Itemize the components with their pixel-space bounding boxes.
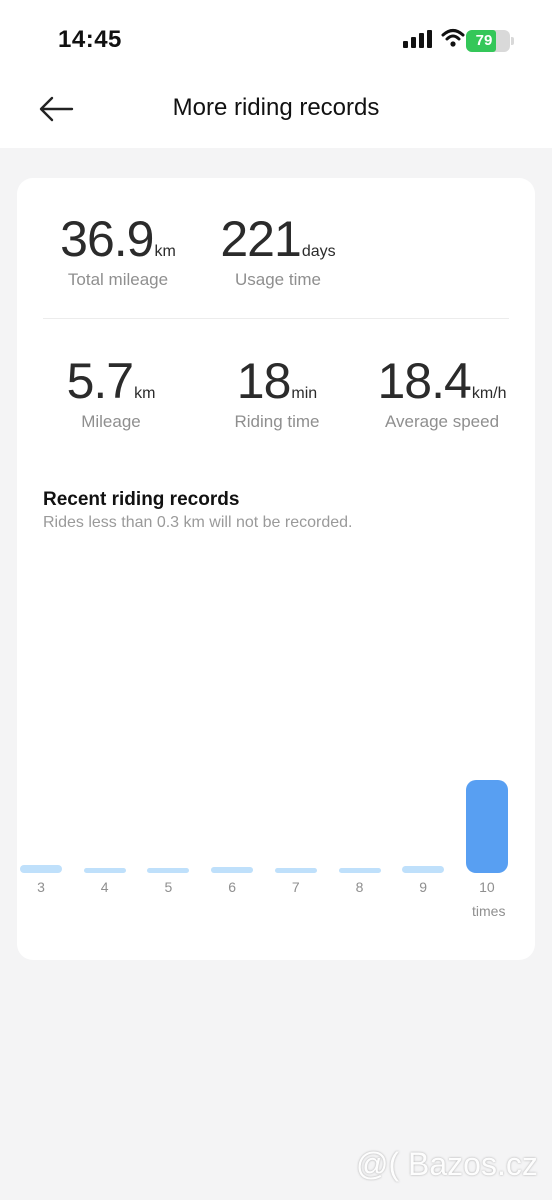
riding-time-unit: min — [291, 385, 318, 402]
usage-time-unit: days — [301, 243, 336, 260]
battery-level: 79 — [475, 32, 493, 49]
x-tick-label: 6 — [228, 879, 236, 895]
chart-bar-7[interactable] — [274, 868, 317, 873]
usage-time-stat: 221days Usage time — [213, 210, 343, 290]
battery-indicator: 79 — [466, 30, 514, 52]
x-tick-label: 7 — [291, 879, 300, 895]
chart-bar-8[interactable] — [338, 868, 381, 873]
chart-bar-6[interactable] — [211, 867, 254, 873]
riding-time-stat: 18min Riding time — [213, 352, 341, 432]
total-mileage-stat: 36.9km Total mileage — [43, 210, 193, 290]
total-mileage-unit: km — [154, 243, 176, 260]
cellular-signal-icon — [403, 30, 432, 48]
total-mileage-label: Total mileage — [67, 270, 169, 289]
mileage-stat: 5.7km Mileage — [47, 352, 175, 432]
x-tick-label: 10 — [479, 879, 495, 895]
mileage-label: Mileage — [81, 412, 141, 431]
records-title: Recent riding records — [43, 489, 240, 510]
total-mileage-value: 36.9 — [60, 211, 154, 267]
riding-records-card: 36.9km Total mileage 221days Usage time … — [17, 178, 535, 960]
x-axis-unit-label: times — [472, 903, 506, 919]
chart-bar-3[interactable] — [20, 864, 62, 873]
average-speed-value: 18.4 — [377, 353, 472, 409]
chart-bar-5[interactable] — [147, 868, 190, 873]
page-title: More riding records — [172, 94, 380, 121]
records-subtitle: Rides less than 0.3 km will not be recor… — [43, 514, 353, 531]
average-speed-unit: km/h — [471, 385, 507, 402]
average-speed-label: Average speed — [384, 412, 500, 431]
mileage-unit: km — [134, 385, 156, 402]
top-bar: 14:45 79 More riding records — [0, 0, 552, 148]
chart-bar-10[interactable] — [465, 780, 508, 873]
chart-bar-9[interactable] — [402, 865, 445, 873]
x-tick-label: 9 — [419, 879, 428, 895]
riding-records-chart[interactable]: 3 4 5 6 7 8 9 10 times — [17, 738, 535, 928]
x-tick-label: 8 — [355, 879, 364, 895]
riding-time-label: Riding time — [234, 412, 320, 431]
x-tick-label: 5 — [164, 879, 173, 895]
divider — [43, 318, 509, 319]
x-tick-label: 4 — [100, 879, 109, 895]
riding-time-value: 18 — [236, 353, 292, 409]
watermark: @( Bazos.cz — [356, 1146, 538, 1182]
chart-bar-4[interactable] — [83, 868, 126, 873]
wifi-icon — [441, 29, 465, 47]
x-tick-label: 3 — [37, 879, 45, 895]
usage-time-value: 221 — [220, 211, 301, 267]
status-time: 14:45 — [58, 26, 122, 53]
usage-time-label: Usage time — [235, 270, 321, 289]
mileage-value: 5.7 — [66, 353, 135, 409]
average-speed-stat: 18.4km/h Average speed — [367, 352, 517, 432]
